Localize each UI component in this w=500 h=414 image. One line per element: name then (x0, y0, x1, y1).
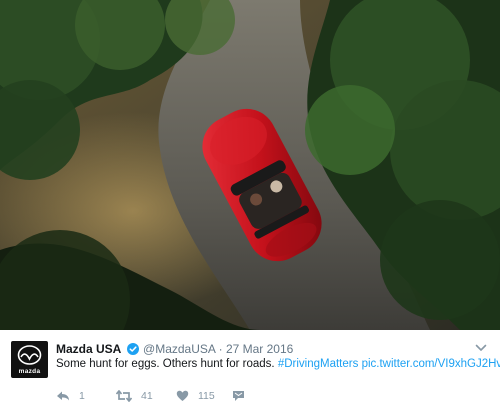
display-name[interactable]: Mazda USA (56, 342, 121, 356)
tree-leaves (305, 85, 395, 175)
hashtag-link[interactable]: #DrivingMatters (278, 358, 359, 370)
tweet-header: Mazda USA @MazdaUSA · 27 Mar 2016 (56, 342, 293, 357)
reply-button[interactable]: 1 (56, 388, 85, 404)
tree-leaves (380, 200, 500, 320)
tweet-body: mazda Mazda USA @MazdaUSA · 27 Mar 2016 … (0, 330, 500, 414)
reply-count: 1 (79, 390, 85, 402)
retweet-count: 41 (141, 390, 153, 402)
heart-icon (176, 390, 189, 401)
like-button[interactable]: 115 (176, 388, 215, 404)
retweet-button[interactable]: 41 (116, 388, 153, 404)
retweet-icon (116, 390, 132, 402)
timestamp[interactable]: 27 Mar 2016 (226, 342, 293, 356)
avatar[interactable]: mazda (11, 341, 48, 378)
chevron-down-icon[interactable] (475, 344, 487, 352)
direct-message-icon (233, 391, 244, 401)
reply-icon (57, 391, 69, 401)
verified-badge-icon (126, 343, 139, 355)
tweet-text: Some hunt for eggs. Others hunt for road… (56, 357, 500, 372)
tweet-text-body: Some hunt for eggs. Others hunt for road… (56, 358, 278, 370)
tweet-card: mazda Mazda USA @MazdaUSA · 27 Mar 2016 … (0, 0, 500, 414)
tweet-actions: 1 41 115 (56, 388, 356, 404)
direct-message-button[interactable] (232, 388, 245, 404)
media-link[interactable]: pic.twitter.com/VI9xhGJ2Hv (362, 358, 500, 370)
separator: · (218, 342, 223, 356)
avatar-wordmark: mazda (18, 368, 41, 375)
like-count: 115 (198, 390, 215, 402)
handle[interactable]: @MazdaUSA (143, 342, 215, 356)
tweet-photo[interactable] (0, 0, 500, 330)
